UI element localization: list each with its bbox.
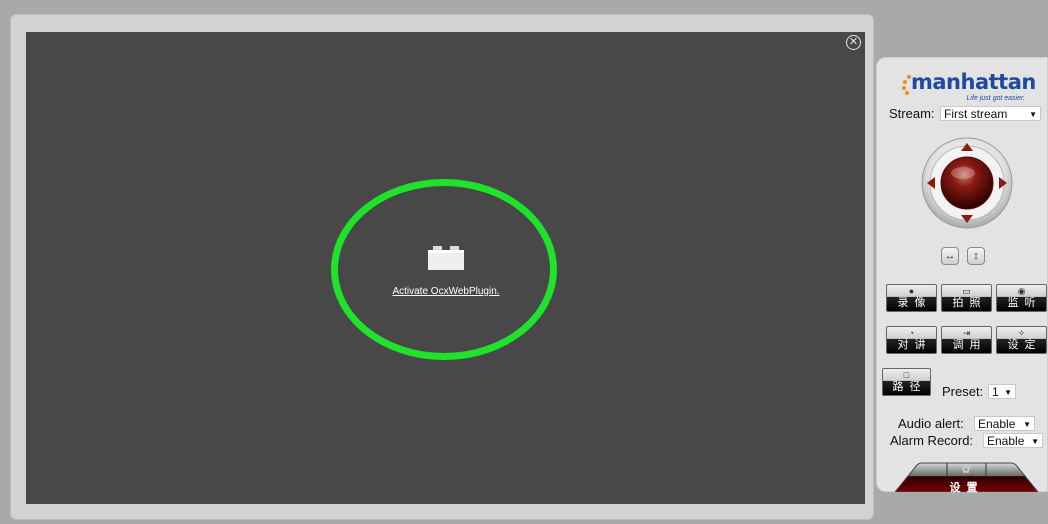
logo-text: manhattan xyxy=(911,70,1036,94)
chevron-down-icon: ▼ xyxy=(1004,388,1012,397)
record-label: 录像 xyxy=(897,297,932,309)
settings-button[interactable]: ✿ 设置 xyxy=(895,462,1038,494)
vertical-flip-icon[interactable]: ↕ xyxy=(967,247,985,265)
manhattan-logo: manhattan Life just got easier. xyxy=(902,70,1036,104)
call-button[interactable]: ⇥ 调用 xyxy=(941,326,992,354)
audio-alert-value: Enable xyxy=(978,417,1016,431)
preset-select[interactable]: 1 ▼ xyxy=(988,384,1016,399)
video-viewport: ✕ Activate OcxWebPlugin. xyxy=(26,32,865,504)
alarm-record-value: Enable xyxy=(987,434,1025,448)
close-icon[interactable]: ✕ xyxy=(846,35,861,50)
ptz-joystick-icon[interactable] xyxy=(921,137,1013,229)
configure-button[interactable]: ✧ 设定 xyxy=(996,326,1047,354)
alarm-record-select[interactable]: Enable ▼ xyxy=(983,433,1043,448)
talk-button[interactable]: ◔ 对讲 xyxy=(886,326,937,354)
chevron-down-icon: ▼ xyxy=(1023,420,1031,429)
listen-button[interactable]: ◉ 监听 xyxy=(996,284,1047,312)
route-button[interactable]: □ 路径 xyxy=(882,368,931,396)
talk-label: 对讲 xyxy=(897,339,932,351)
alarm-record-label: Alarm Record: xyxy=(890,433,974,448)
activate-plugin-link[interactable]: Activate OcxWebPlugin. xyxy=(366,286,526,297)
preset-label: Preset: xyxy=(942,384,984,399)
preset-select-value: 1 xyxy=(992,385,999,399)
logo-tagline: Life just got easier. xyxy=(966,95,1026,102)
gear-icon: ✿ xyxy=(961,464,971,476)
call-label: 调用 xyxy=(952,339,987,351)
horizontal-flip-icon[interactable]: ↔ xyxy=(941,247,959,265)
audio-alert-label: Audio alert: xyxy=(898,416,964,431)
configure-label: 设定 xyxy=(1007,339,1042,351)
record-button[interactable]: ● 录像 xyxy=(886,284,937,312)
settings-label: 设置 xyxy=(949,482,984,494)
chevron-down-icon: ▼ xyxy=(1029,110,1037,119)
control-panel: manhattan Life just got easier. Stream: … xyxy=(876,57,1048,494)
chevron-down-icon: ▼ xyxy=(1031,437,1039,446)
route-label: 路径 xyxy=(892,381,927,393)
stream-label: Stream: xyxy=(889,106,935,121)
audio-alert-select[interactable]: Enable ▼ xyxy=(974,416,1035,431)
listen-label: 监听 xyxy=(1007,297,1042,309)
stream-select-value: First stream xyxy=(944,107,1008,121)
snapshot-button[interactable]: ▭ 拍照 xyxy=(941,284,992,312)
snapshot-label: 拍照 xyxy=(952,297,987,309)
stream-select[interactable]: First stream ▼ xyxy=(940,106,1041,121)
plugin-block-icon[interactable] xyxy=(428,244,464,270)
